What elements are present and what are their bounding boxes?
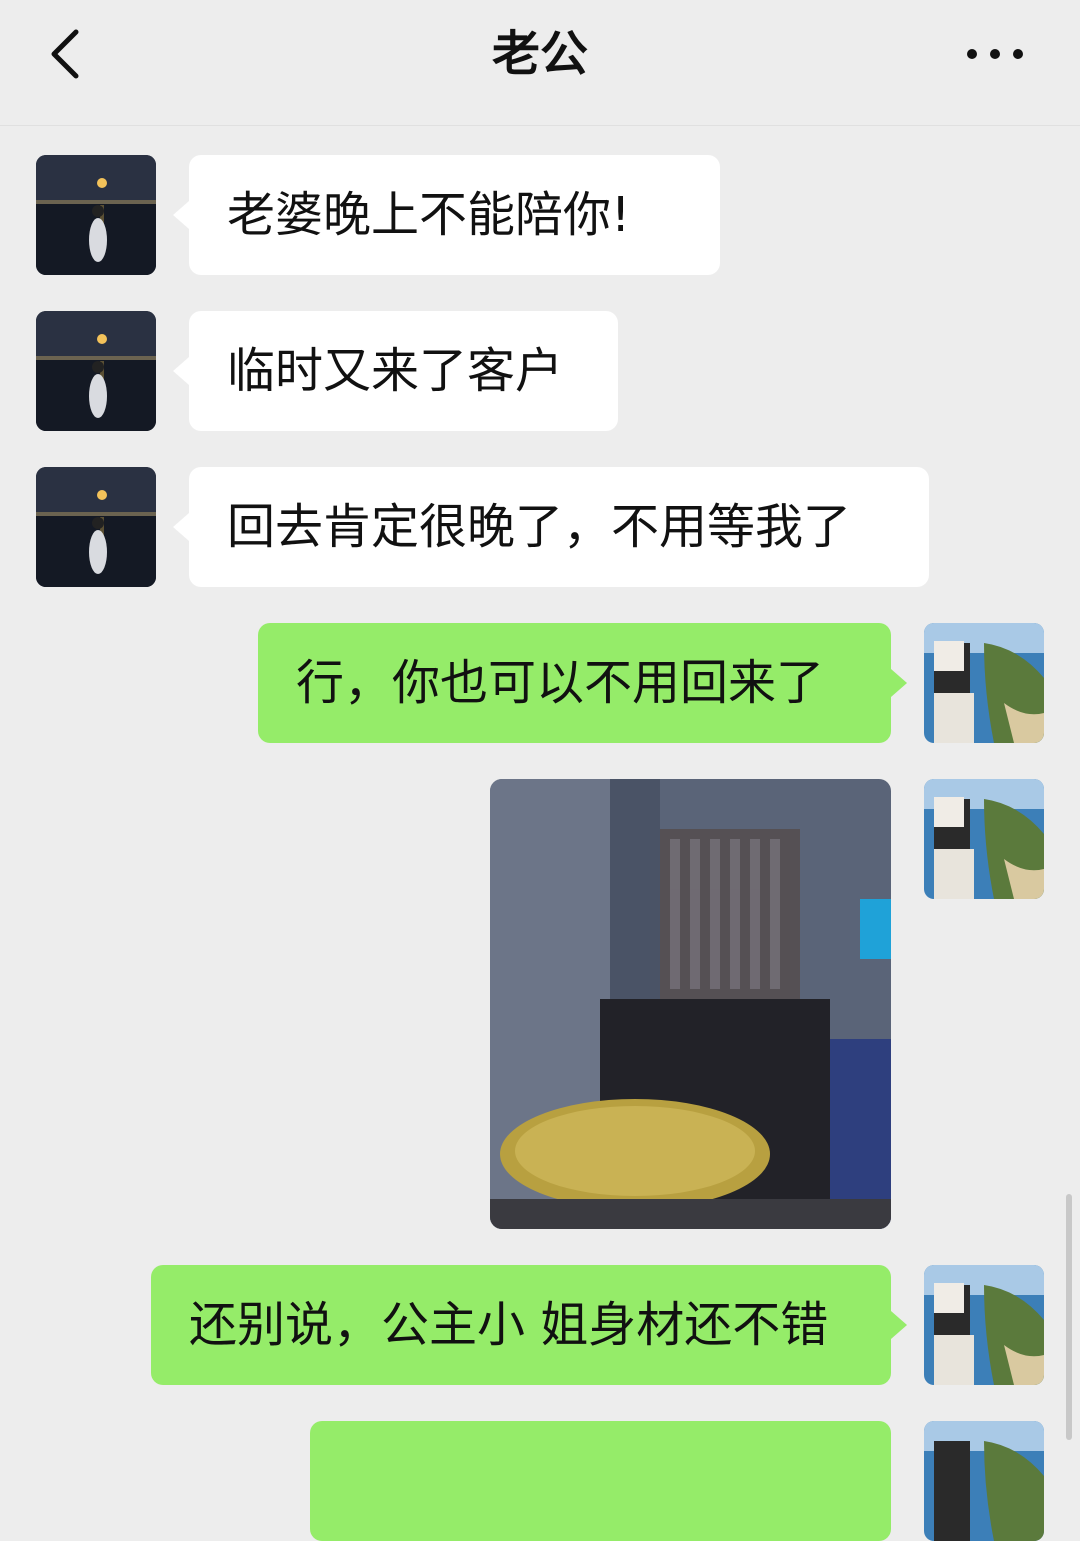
chat-title: 老公 xyxy=(491,26,588,82)
my-avatar[interactable] xyxy=(924,779,1044,899)
my-avatar[interactable] xyxy=(924,1421,1044,1541)
bubble-tail xyxy=(891,1311,907,1339)
more-dots-icon[interactable] xyxy=(960,34,1030,74)
photo-message[interactable] xyxy=(490,779,891,1229)
bubble-tail xyxy=(173,357,189,385)
outgoing-message-bubble[interactable]: 还别说，公主小 姐身材还不错 xyxy=(151,1265,891,1385)
bubble-tail xyxy=(173,513,189,541)
contact-avatar[interactable] xyxy=(36,467,156,587)
outgoing-message-bubble[interactable] xyxy=(310,1421,891,1541)
incoming-message-bubble[interactable]: 临时又来了客户 xyxy=(189,311,618,431)
my-avatar[interactable] xyxy=(924,623,1044,743)
incoming-message-bubble[interactable]: 老婆晚上不能陪你! xyxy=(189,155,720,275)
contact-avatar[interactable] xyxy=(36,155,156,275)
bubble-tail xyxy=(891,669,907,697)
my-avatar[interactable] xyxy=(924,1265,1044,1385)
bubble-tail xyxy=(173,201,189,229)
outgoing-message-bubble[interactable]: 行，你也可以不用回来了 xyxy=(258,623,891,743)
message-list[interactable]: 老婆晚上不能陪你! 临时又来了客户 回去肯定很晚了，不用等我了 行，你也可以不用… xyxy=(0,126,1080,1541)
incoming-message-bubble[interactable]: 回去肯定很晚了，不用等我了 xyxy=(189,467,929,587)
chat-header: 老公 xyxy=(0,0,1080,126)
contact-avatar[interactable] xyxy=(36,311,156,431)
scrollbar[interactable] xyxy=(1066,1194,1072,1440)
